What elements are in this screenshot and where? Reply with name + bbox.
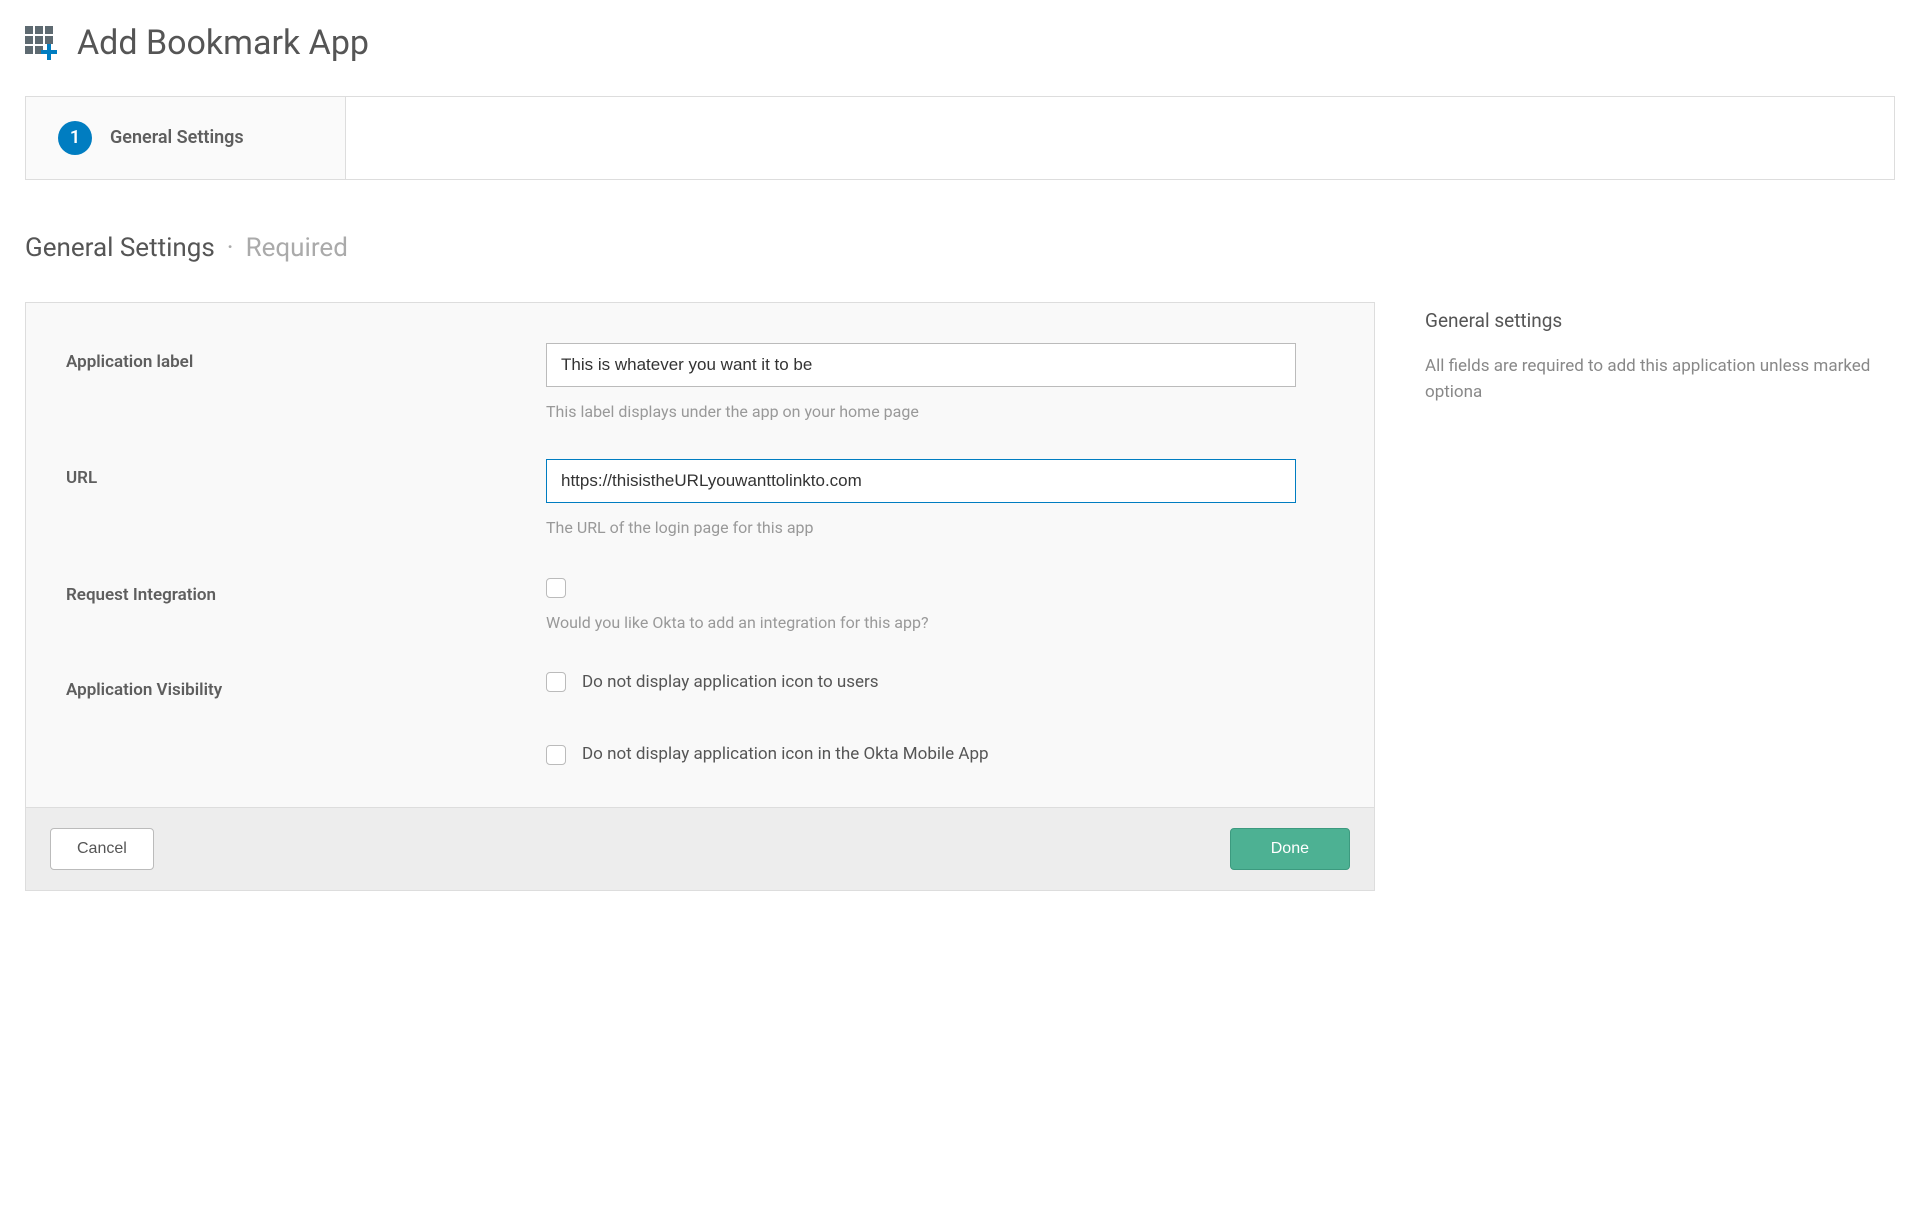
- separator-dot: ·: [227, 230, 234, 266]
- bookmark-app-icon: [25, 26, 61, 62]
- help-url: The URL of the login page for this app: [546, 517, 1316, 539]
- help-application-label: This label displays under the app on you…: [546, 401, 1316, 423]
- section-required: Required: [246, 230, 348, 266]
- application-label-input[interactable]: [546, 343, 1296, 387]
- section-heading: General Settings · Required: [25, 230, 1895, 266]
- section-title: General Settings: [25, 230, 215, 266]
- page-title: Add Bookmark App: [77, 20, 369, 68]
- visibility-users-checkbox[interactable]: [546, 672, 566, 692]
- row-application-label: Application label This label displays un…: [66, 343, 1334, 423]
- sidebar-info: General settings All fields are required…: [1425, 302, 1895, 405]
- cancel-button[interactable]: Cancel: [50, 828, 154, 870]
- row-url: URL The URL of the login page for this a…: [66, 459, 1334, 539]
- visibility-users-text: Do not display application icon to users: [582, 671, 879, 695]
- help-request-integration: Would you like Okta to add an integratio…: [546, 612, 1316, 634]
- row-application-visibility: Application Visibility Do not display ap…: [66, 671, 1334, 767]
- sidebar-text: All fields are required to add this appl…: [1425, 353, 1895, 406]
- visibility-mobile-text: Do not display application icon in the O…: [582, 743, 989, 767]
- label-application-visibility: Application Visibility: [66, 671, 546, 767]
- settings-form-card: Application label This label displays un…: [25, 302, 1375, 891]
- form-footer: Cancel Done: [26, 807, 1374, 890]
- url-input[interactable]: [546, 459, 1296, 503]
- row-request-integration: Request Integration Would you like Okta …: [66, 576, 1334, 635]
- sidebar-heading: General settings: [1425, 308, 1895, 335]
- visibility-mobile-checkbox[interactable]: [546, 745, 566, 765]
- step-label: General Settings: [110, 125, 244, 150]
- wizard-steps: 1 General Settings: [25, 96, 1895, 180]
- label-request-integration: Request Integration: [66, 576, 546, 635]
- step-number-badge: 1: [58, 121, 92, 155]
- request-integration-checkbox[interactable]: [546, 578, 566, 598]
- done-button[interactable]: Done: [1230, 828, 1350, 870]
- page-header: Add Bookmark App: [25, 20, 1895, 68]
- step-general-settings[interactable]: 1 General Settings: [26, 97, 346, 179]
- label-application-label: Application label: [66, 343, 546, 423]
- label-url: URL: [66, 459, 546, 539]
